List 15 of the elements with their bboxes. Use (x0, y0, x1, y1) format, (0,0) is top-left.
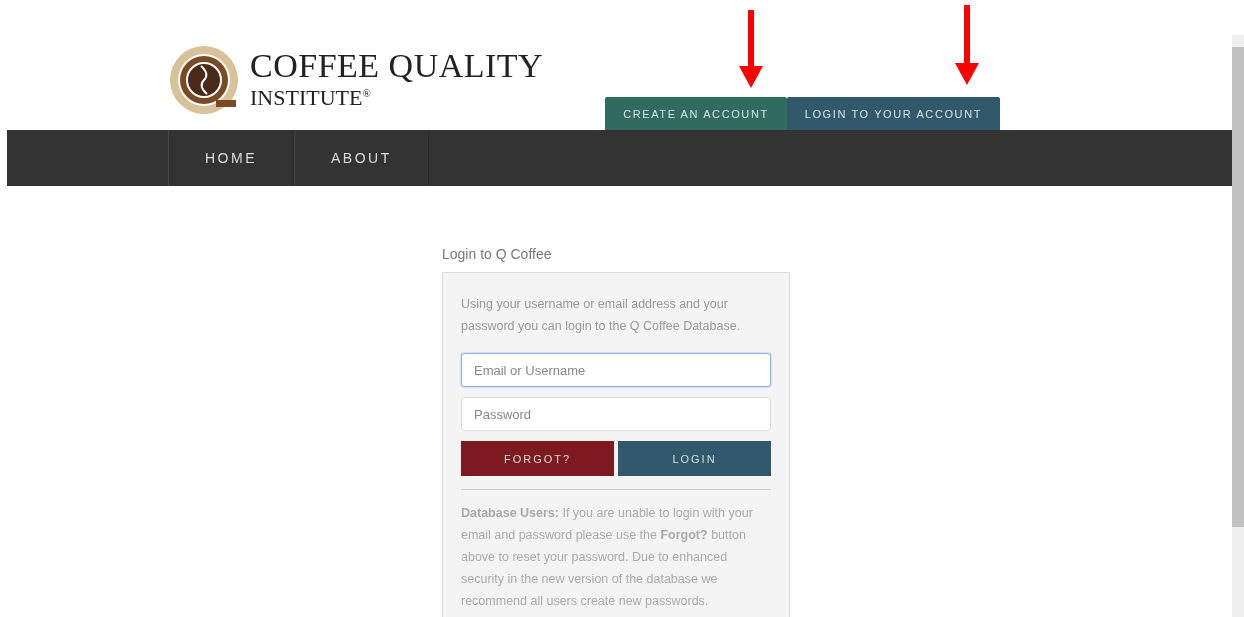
login-button[interactable]: LOGIN (618, 441, 771, 476)
arrow-icon (955, 5, 979, 85)
nav-link[interactable]: HOME (168, 130, 294, 186)
input-field[interactable]: Email or Username (461, 353, 771, 387)
note-text: Database Users: If you are unable to login with your email and password please use the Forgot? button above to reset your password. Due to enhanced security in the new version of the database we recommend all users create new passwords. (461, 505, 754, 610)
nav-link[interactable]: ABOUT (294, 130, 429, 186)
forgot-button[interactable]: FORGOT? (461, 441, 614, 476)
login-heading: Login to Q Coffee (442, 246, 553, 262)
arrow-icon (739, 10, 763, 88)
logo-title: COFFEE QUALITY (250, 50, 544, 83)
intro-text: Using your username or email address and your password you can login to the Q Coffee Database. (461, 296, 742, 335)
logo-subtitle: INSTITUTE$^{®}$ (250, 84, 372, 110)
input-field[interactable]: Password (461, 397, 771, 431)
account-tab[interactable]: LOGIN TO YOUR ACCOUNT (786, 97, 1000, 130)
account-tab[interactable]: CREATE AN ACCOUNT (605, 97, 787, 130)
